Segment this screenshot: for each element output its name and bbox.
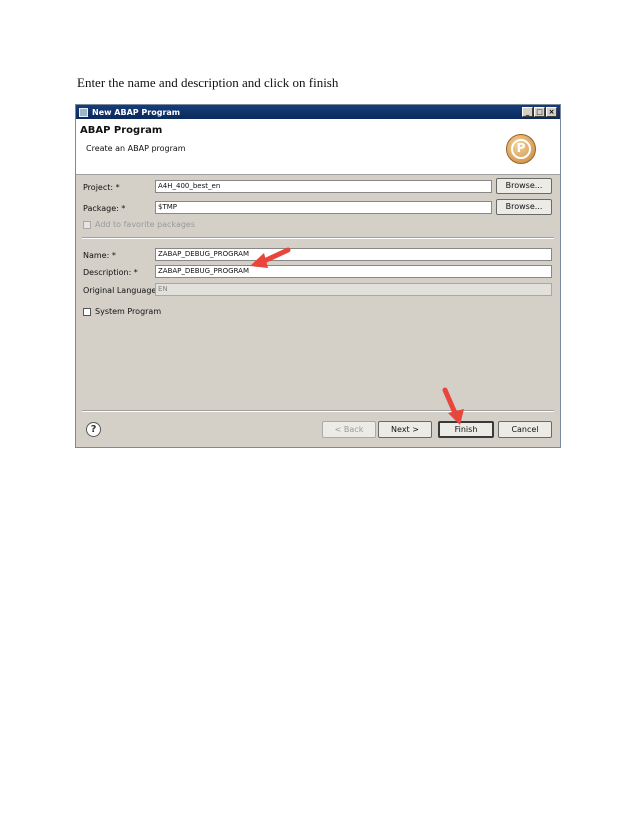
cancel-button[interactable]: Cancel	[498, 421, 552, 438]
separator	[82, 237, 554, 239]
app-icon	[79, 107, 88, 117]
new-abap-program-dialog: New ABAP Program _ □ × ABAP Program Crea…	[75, 104, 561, 448]
language-label: Original Language:	[83, 286, 160, 295]
window-title: New ABAP Program	[92, 107, 181, 117]
project-field[interactable]: A4H_400_best_en	[155, 180, 492, 193]
maximize-icon[interactable]: □	[534, 107, 545, 117]
system-program-label: System Program	[95, 307, 162, 316]
close-icon[interactable]: ×	[546, 107, 557, 117]
package-field[interactable]: $TMP	[155, 201, 492, 214]
description-label: Description: *	[83, 268, 138, 277]
footer-separator	[82, 410, 554, 412]
caption: Enter the name and description and click…	[77, 75, 339, 90]
help-icon[interactable]: ?	[86, 422, 101, 437]
pointer-arrow-icon	[250, 247, 291, 268]
wizard-subtitle: Create an ABAP program	[86, 144, 186, 153]
name-label: Name: *	[83, 251, 116, 260]
minimize-icon[interactable]: _	[522, 107, 533, 117]
checkbox-box	[83, 220, 91, 229]
project-browse-button[interactable]: Browse...	[496, 178, 552, 194]
language-field: EN	[155, 283, 552, 296]
checkbox-box	[83, 307, 91, 316]
system-program-checkbox[interactable]: System Program	[83, 307, 161, 316]
project-label: Project: *	[83, 183, 120, 192]
back-button[interactable]: < Back	[322, 421, 376, 438]
next-button[interactable]: Next >	[378, 421, 432, 438]
titlebar[interactable]: New ABAP Program _ □ ×	[76, 105, 560, 119]
description-field[interactable]: ZABAP_DEBUG_PROGRAM	[155, 265, 552, 278]
favorite-packages-checkbox[interactable]: Add to favorite packages	[83, 220, 195, 229]
wizard-title: ABAP Program	[80, 125, 163, 136]
wizard-header: ABAP Program Create an ABAP program P	[76, 119, 560, 175]
favorite-label: Add to favorite packages	[95, 220, 196, 229]
pointer-arrow-icon	[442, 387, 464, 425]
program-p-icon: P	[506, 134, 536, 164]
package-browse-button[interactable]: Browse...	[496, 199, 552, 215]
package-label: Package: *	[83, 204, 126, 213]
name-field[interactable]: ZABAP_DEBUG_PROGRAM	[155, 248, 552, 261]
